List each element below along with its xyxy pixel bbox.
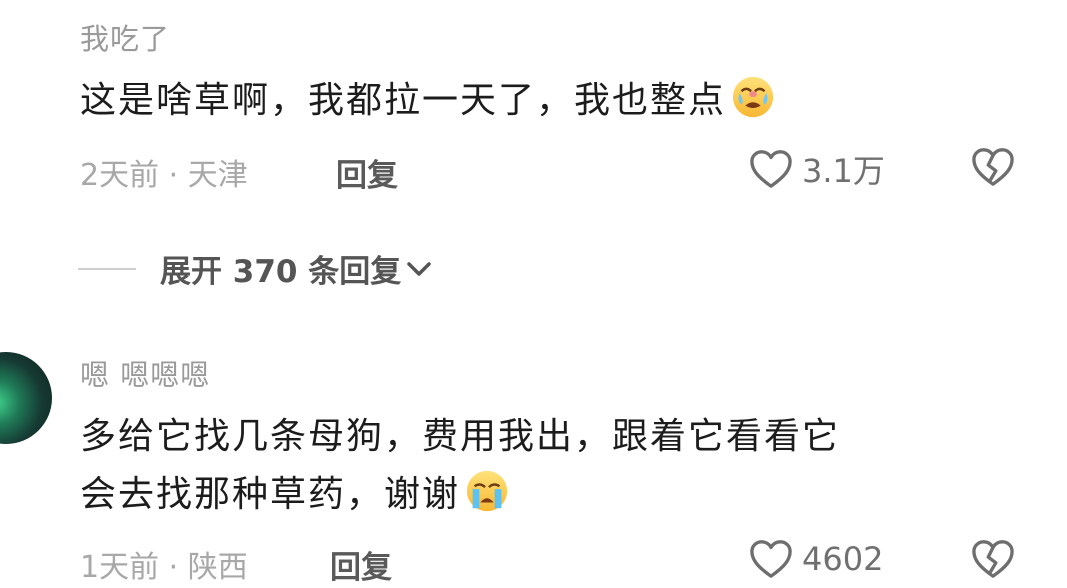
broken-heart-icon[interactable] (970, 146, 1016, 188)
comment-text-line-2: 会去找那种草药，谢谢 (80, 466, 840, 524)
comment-username[interactable]: 嗯 嗯嗯嗯 (80, 352, 210, 394)
avatar[interactable] (0, 352, 52, 444)
reply-button[interactable]: 回复 (336, 150, 398, 195)
heart-outline-icon (750, 150, 792, 188)
expand-replies-button[interactable]: 展开 370 条回复 (78, 246, 433, 291)
like-count: 4602 (802, 540, 884, 578)
comment-thread: 我吃了 这是啥草啊，我都拉一天了，我也整点 2天前 · 天津 回复 3.1万 展… (0, 0, 1067, 588)
like-button[interactable]: 3.1万 (748, 146, 885, 192)
comment-text: 多给它找几条母狗，费用我出，跟着它看看它 会去找那种草药，谢谢 (80, 408, 840, 524)
comment-text-line-2-body: 会去找那种草药，谢谢 (80, 474, 461, 515)
broken-heart-icon[interactable] (970, 538, 1016, 580)
comment-meta: 2天前 · 天津 (80, 158, 248, 193)
crying-face-emoji-icon (732, 76, 774, 118)
loudly-crying-face-emoji-icon (466, 470, 508, 512)
comment-username[interactable]: 我吃了 (80, 16, 170, 58)
divider (78, 267, 136, 270)
chevron-down-icon (407, 261, 432, 276)
comment-text: 这是啥草啊，我都拉一天了，我也整点 (80, 72, 776, 130)
like-count: 3.1万 (802, 152, 885, 190)
heart-outline-icon (750, 540, 792, 578)
comment-meta: 1天前 · 陕西 (80, 550, 248, 585)
comment-text-body: 这是啥草啊，我都拉一天了，我也整点 (80, 80, 727, 121)
expand-replies-label: 展开 370 条回复 (160, 254, 402, 290)
avatar[interactable] (0, 20, 52, 112)
comment-text-line-1: 多给它找几条母狗，费用我出，跟着它看看它 (80, 416, 841, 457)
like-button[interactable]: 4602 (748, 538, 883, 580)
reply-button[interactable]: 回复 (330, 542, 392, 587)
